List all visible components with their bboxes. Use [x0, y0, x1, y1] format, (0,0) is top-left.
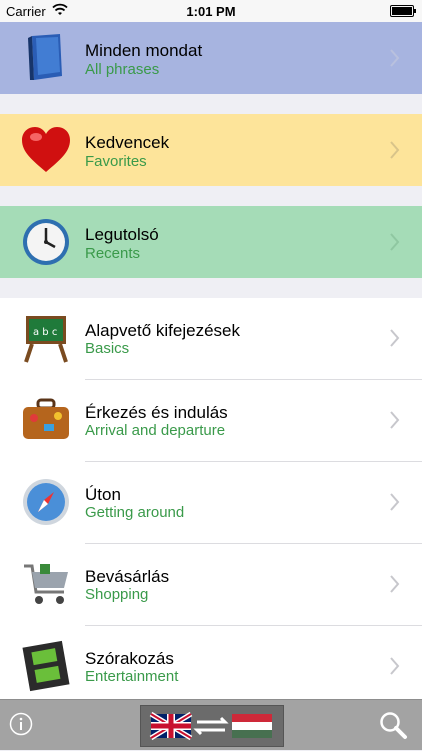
row-subtitle: Arrival and departure: [85, 422, 226, 439]
row-subtitle: Basics: [85, 340, 130, 357]
bottom-toolbar: [0, 699, 422, 750]
phrase-category-list: Minden mondat All phrases Kedvencek Favo…: [0, 22, 422, 708]
language-switch-icon: [149, 711, 272, 741]
chevron-right-icon: [390, 411, 400, 429]
row-getting-around[interactable]: Úton Getting around: [0, 462, 422, 544]
status-bar: Carrier 1:01 PM: [0, 0, 422, 22]
row-title: Bevásárlás: [85, 567, 170, 586]
row-title: Alapvető kifejezések: [85, 321, 240, 340]
search-icon[interactable]: [378, 710, 408, 740]
chevron-right-icon: [390, 233, 400, 251]
row-title: Szórakozás: [85, 649, 174, 668]
language-switch-button[interactable]: [140, 705, 284, 747]
compass-icon: [23, 479, 69, 525]
row-subtitle: Getting around: [85, 504, 185, 521]
chevron-right-icon: [390, 493, 400, 511]
chevron-right-icon: [390, 141, 400, 159]
row-title: Úton: [85, 485, 121, 504]
book-icon: [28, 34, 62, 80]
row-subtitle: Recents: [85, 245, 141, 262]
film-strip-icon: [22, 640, 70, 692]
chevron-right-icon: [390, 575, 400, 593]
chalkboard-icon: a b c: [24, 316, 68, 363]
row-entertainment[interactable]: Szórakozás Entertainment: [0, 626, 422, 708]
shopping-cart-icon: [24, 564, 68, 604]
row-recents[interactable]: Legutolsó Recents: [0, 206, 422, 278]
row-title: Minden mondat: [85, 41, 203, 60]
info-icon[interactable]: [9, 712, 33, 736]
row-arrival-departure[interactable]: Érkezés és indulás Arrival and departure: [0, 380, 422, 462]
row-title: Legutolsó: [85, 225, 159, 244]
row-subtitle: Favorites: [85, 153, 147, 170]
row-basics[interactable]: a b c Alapvető kifejezések Basics: [0, 298, 422, 380]
row-subtitle: Shopping: [85, 586, 149, 603]
chevron-right-icon: [390, 49, 400, 67]
row-all-phrases[interactable]: Minden mondat All phrases: [0, 22, 422, 94]
heart-icon: [22, 127, 70, 172]
chevron-right-icon: [390, 657, 400, 675]
row-subtitle: Entertainment: [85, 668, 179, 685]
row-favorites[interactable]: Kedvencek Favorites: [0, 114, 422, 186]
row-shopping[interactable]: Bevásárlás Shopping: [0, 544, 422, 626]
battery-icon: [390, 5, 416, 17]
row-title: Érkezés és indulás: [85, 403, 228, 422]
chevron-right-icon: [390, 329, 400, 347]
row-subtitle: All phrases: [85, 61, 160, 78]
svg-text:a b c: a b c: [33, 327, 57, 338]
row-title: Kedvencek: [85, 133, 170, 152]
clock-time: 1:01 PM: [186, 4, 236, 19]
clock-icon: [23, 219, 69, 265]
suitcase-icon: [23, 398, 69, 439]
